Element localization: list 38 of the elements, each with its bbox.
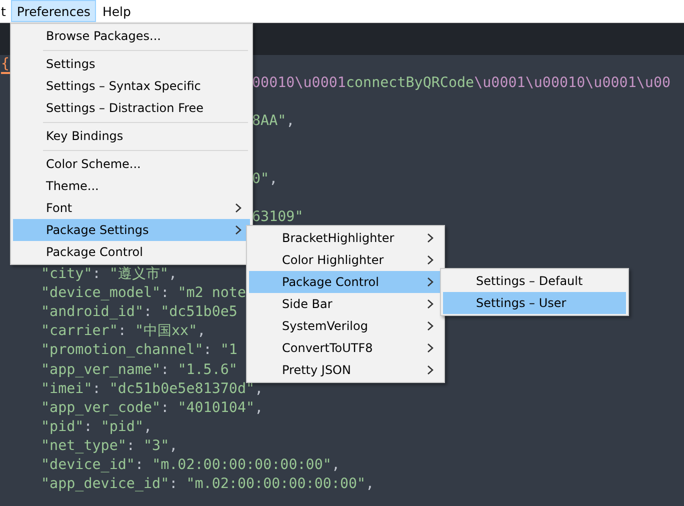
code-line: "device_model": "m2 note (41, 284, 246, 304)
menu-item[interactable]: Settings – User (443, 292, 626, 314)
code-line: 8AA", (252, 112, 295, 132)
menu-item[interactable]: Settings – Syntax Specific (13, 75, 250, 97)
code-line: "city": "遵义市", (41, 265, 177, 284)
menu-item[interactable]: Key Bindings (13, 125, 250, 147)
menu-item[interactable]: Package Control (13, 241, 250, 263)
code-line: "carrier": "中国xx", (41, 322, 206, 342)
menu-item[interactable]: Theme... (13, 175, 250, 197)
menu-item[interactable]: Settings (13, 53, 250, 75)
menu-item[interactable]: Font (13, 197, 250, 219)
menu-item[interactable]: Side Bar (249, 293, 442, 315)
code-line: "app_ver_code": "4010104", (41, 398, 264, 418)
code-line: 63109" (252, 208, 304, 227)
code-line: "device_id": "m.02:00:00:00:00:00", (41, 456, 340, 475)
code-line: "imei": "dc51b0e5e81370d", (41, 380, 264, 399)
code-line: "app_device_id": "m.02:00:00:00:00:00", (41, 475, 374, 494)
code-line: "android_id": "dc51b0e5 (41, 303, 238, 322)
menu-item[interactable]: Browse Packages... (13, 25, 250, 47)
code-line: 0", (252, 170, 278, 189)
menu-bar-item[interactable]: t (0, 0, 11, 22)
menu-item[interactable]: Pretty JSON (249, 359, 442, 381)
code-line: "app_ver_name": "1.5.6" (41, 360, 238, 380)
menu-item[interactable]: Color Highlighter (249, 249, 442, 271)
menu-item[interactable]: Settings – Distraction Free (13, 97, 250, 119)
menu-item[interactable]: Settings – Default (443, 270, 626, 292)
menu-item[interactable]: Color Scheme... (13, 153, 250, 175)
menu-item[interactable]: SystemVerilog (249, 315, 442, 337)
menu-item[interactable]: BracketHighlighter (249, 227, 442, 249)
code-line: "net_type": "3", (41, 436, 178, 456)
menu-item[interactable]: Package Settings (13, 219, 250, 241)
code-line: "pid": "pid", (41, 418, 152, 437)
code-line: 00010\u0001connectByQRCode\u0001\u00010\u0001\u00 (252, 74, 671, 94)
menu-item[interactable]: ConvertToUTF8 (249, 337, 442, 359)
code-line: "promotion_channel": "1 (41, 341, 238, 360)
menu-bar-item[interactable]: Preferences (10, 0, 96, 22)
menu-item[interactable]: Package Control (249, 271, 442, 293)
menu-bar-item[interactable]: Help (96, 0, 137, 22)
